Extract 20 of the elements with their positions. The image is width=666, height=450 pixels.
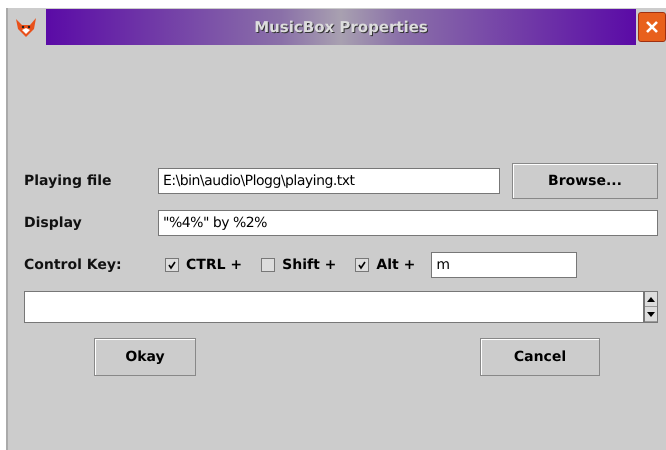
browse-button[interactable]: Browse...	[512, 163, 658, 199]
field-label: Display	[24, 215, 83, 231]
text-field[interactable]: "%4%" by %2%	[158, 210, 658, 236]
okay-button[interactable]: Okay	[94, 338, 196, 376]
checkbox-label: Shift +	[282, 257, 336, 273]
checkbox[interactable]	[355, 258, 370, 272]
key-field[interactable]: m	[431, 252, 578, 278]
checkbox[interactable]	[165, 258, 179, 272]
spinner[interactable]	[644, 291, 658, 323]
field-label: Control Key:	[24, 257, 123, 273]
close-button[interactable]	[638, 12, 666, 42]
field-label: Playing file	[24, 173, 113, 189]
text-area[interactable]	[24, 291, 644, 323]
cancel-button[interactable]: Cancel	[480, 338, 600, 376]
close-icon	[644, 19, 660, 35]
checkbox-label: CTRL +	[186, 257, 242, 273]
window-title: MusicBox Properties	[46, 9, 636, 45]
text-field[interactable]: E:\bin\audio\Plogg\playing.txt	[158, 168, 500, 194]
checkbox[interactable]	[261, 258, 276, 272]
checkbox-label: Alt +	[376, 257, 416, 273]
